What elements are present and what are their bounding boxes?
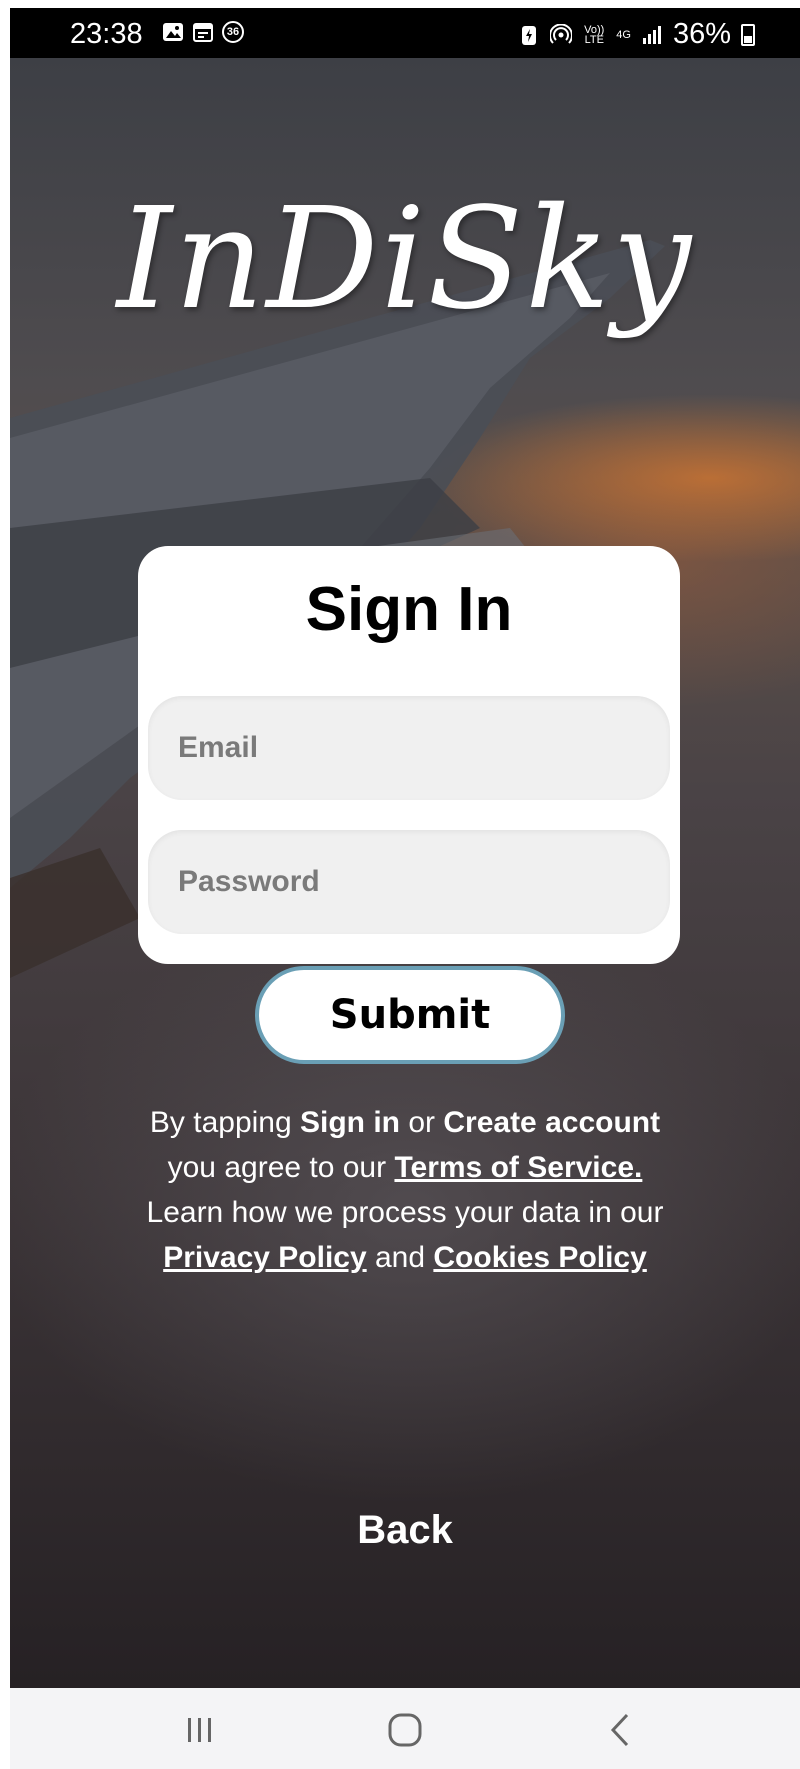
battery-saver-icon: [522, 25, 537, 45]
legal-text: and: [366, 1241, 434, 1274]
app-logo: InDiSky: [116, 178, 694, 341]
legal-text: you agree to our: [167, 1151, 395, 1184]
back-arrow-icon: [610, 1713, 629, 1747]
password-field-container: [148, 830, 670, 934]
home-button[interactable]: [375, 1710, 435, 1750]
terms-of-service-link[interactable]: Terms of Service.: [394, 1151, 642, 1184]
nav-back-button[interactable]: [590, 1710, 650, 1750]
legal-text: By tapping: [149, 1106, 300, 1139]
legal-text: Learn how we process your data in our: [146, 1196, 664, 1229]
notification-count-badge: 36: [222, 21, 244, 43]
sign-in-title: Sign In: [305, 575, 513, 644]
recent-apps-button[interactable]: [170, 1710, 230, 1750]
status-time: 23:38: [70, 18, 143, 50]
network-type-indicator: 4G: [616, 28, 631, 41]
legal-text: or: [400, 1106, 444, 1139]
battery-icon: [741, 23, 755, 46]
email-field-container: [148, 696, 670, 800]
recent-apps-icon: [188, 1718, 211, 1742]
legal-notice: By tapping Sign in or Create account you…: [10, 1100, 800, 1280]
password-input[interactable]: [148, 830, 670, 934]
status-notification-icons: 36: [162, 21, 244, 43]
home-icon: [388, 1713, 422, 1747]
cookies-policy-link[interactable]: Cookies Policy: [433, 1241, 646, 1274]
calendar-icon: [193, 23, 213, 42]
hotspot-icon: [550, 23, 573, 44]
gallery-icon: [163, 23, 183, 41]
legal-sign-in-text: Sign in: [300, 1106, 400, 1139]
screen: 23:38 36 Vo)) LTE 4G 36% InDiSky Sign In…: [10, 8, 800, 1769]
signal-strength-icon: [642, 25, 661, 44]
status-system-icons: Vo)) LTE 4G 36%: [518, 18, 755, 51]
back-button[interactable]: Back: [10, 1508, 800, 1553]
submit-button[interactable]: Submit: [255, 966, 565, 1064]
status-bar: 23:38 36 Vo)) LTE 4G 36%: [10, 8, 800, 58]
email-input[interactable]: [148, 696, 670, 800]
sign-in-card: Sign In: [138, 546, 680, 964]
volte-indicator: Vo)) LTE: [584, 23, 605, 46]
battery-percentage: 36%: [672, 18, 731, 50]
privacy-policy-link[interactable]: Privacy Policy: [163, 1241, 366, 1274]
system-navigation-bar: [10, 1688, 800, 1769]
legal-create-account-text: Create account: [443, 1106, 661, 1139]
